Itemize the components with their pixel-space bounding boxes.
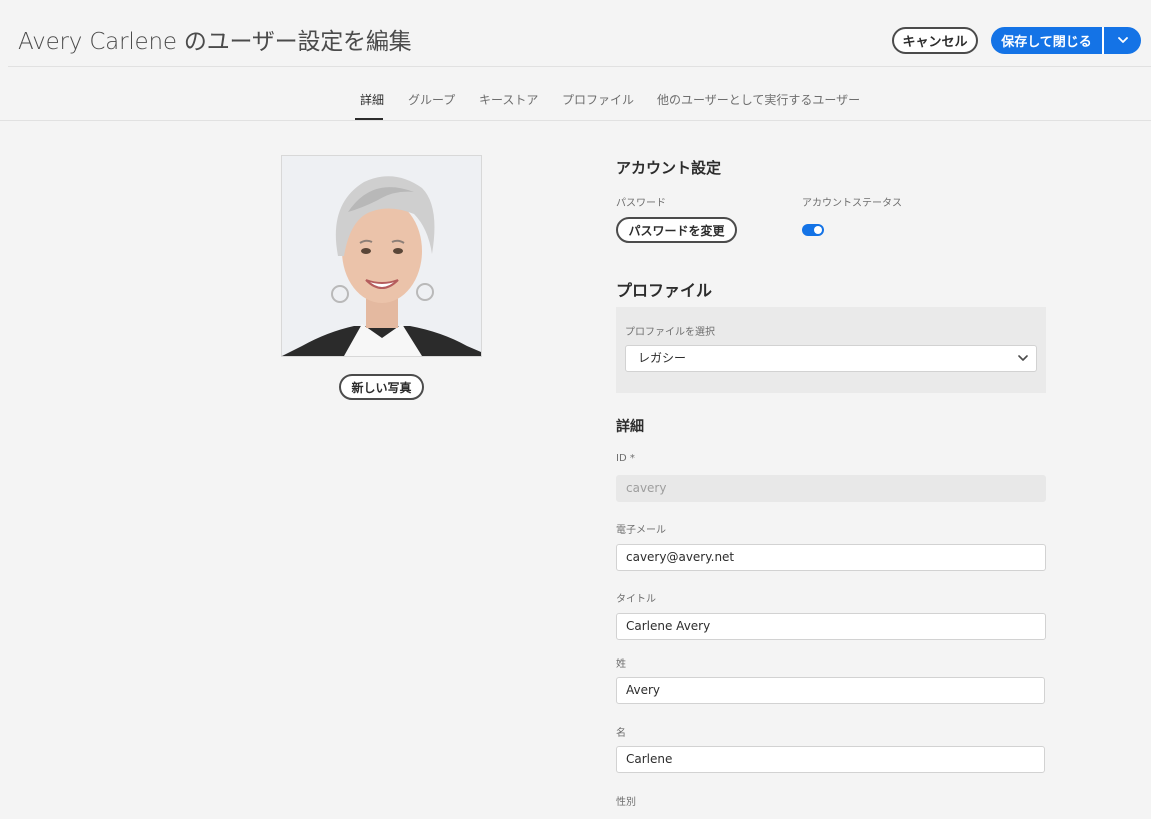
last-name-label: 姓 — [616, 659, 626, 670]
page-header: Avery Carlene のユーザー設定を編集 キャンセル 保存して閉じる — [0, 0, 1151, 66]
profile-select-label: プロファイルを選択 — [625, 327, 715, 338]
tab-impersonators[interactable]: 他のユーザーとして実行するユーザー — [657, 91, 860, 108]
last-name-field[interactable]: Avery — [616, 677, 1045, 704]
tab-profile[interactable]: プロファイル — [562, 91, 634, 108]
user-photo — [281, 155, 482, 357]
save-button-group: 保存して閉じる — [991, 27, 1141, 54]
save-options-button[interactable] — [1104, 27, 1141, 54]
id-label: ID * — [616, 453, 635, 464]
first-name-label: 名 — [616, 728, 626, 739]
cancel-button[interactable]: キャンセル — [892, 27, 978, 54]
password-label: パスワード — [616, 198, 666, 209]
account-status-toggle[interactable] — [802, 224, 824, 236]
change-password-button[interactable]: パスワードを変更 — [616, 217, 737, 243]
save-and-close-button[interactable]: 保存して閉じる — [991, 27, 1102, 54]
tab-bar: 詳細 グループ キーストア プロファイル 他のユーザーとして実行するユーザー — [0, 82, 1151, 120]
profile-select-value: レガシー — [638, 351, 687, 365]
first-name-field[interactable]: Carlene — [616, 746, 1045, 773]
page-title: Avery Carlene のユーザー設定を編集 — [18, 29, 412, 55]
profile-heading: プロファイル — [616, 281, 713, 300]
new-photo-button[interactable]: 新しい写真 — [339, 374, 424, 400]
email-label: 電子メール — [616, 525, 666, 536]
tab-details[interactable]: 詳細 — [360, 91, 384, 108]
gender-label: 性別 — [616, 797, 636, 808]
tabs-divider — [0, 120, 1151, 121]
toggle-knob — [814, 226, 822, 234]
user-portrait — [282, 156, 481, 356]
tab-keystore[interactable]: キーストア — [479, 91, 538, 108]
header-divider — [8, 66, 1151, 67]
chevron-down-icon — [1018, 355, 1028, 361]
chevron-down-icon — [1117, 37, 1128, 43]
email-field[interactable]: cavery@avery.net — [616, 544, 1046, 571]
tab-groups[interactable]: グループ — [408, 91, 455, 108]
title-field[interactable]: Carlene Avery — [616, 613, 1046, 640]
id-field: cavery — [616, 475, 1046, 502]
details-heading: 詳細 — [616, 419, 644, 435]
account-status-label: アカウントステータス — [802, 198, 902, 209]
title-label: タイトル — [616, 594, 656, 605]
account-settings-heading: アカウント設定 — [616, 159, 722, 177]
profile-select[interactable]: レガシー — [625, 345, 1037, 372]
